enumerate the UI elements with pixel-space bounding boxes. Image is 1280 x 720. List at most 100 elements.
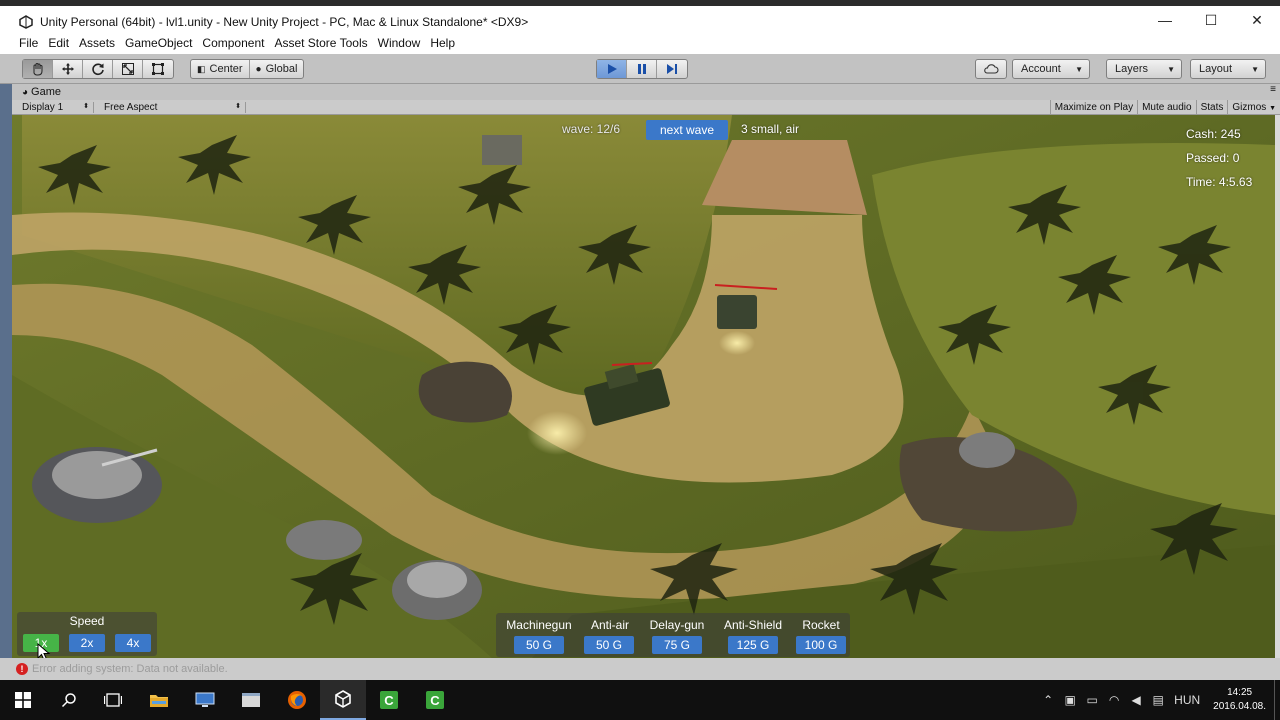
menu-bar: File Edit Assets GameObject Component As… — [0, 32, 1280, 54]
shop-item-name: Anti-Shield — [723, 618, 783, 632]
maximize-button[interactable]: ☐ — [1188, 6, 1234, 34]
start-button[interactable] — [0, 680, 46, 720]
gizmos-dropdown[interactable]: Gizmos ▼ — [1227, 100, 1280, 115]
transform-tools — [22, 59, 174, 79]
hand-tool-button[interactable] — [23, 60, 53, 78]
display-dropdown[interactable]: Display 1 ⬍ — [12, 101, 94, 113]
rect-tool-button[interactable] — [143, 60, 173, 78]
next-wave-button[interactable]: next wave — [646, 120, 728, 140]
pivot-global-button[interactable]: ● Global — [250, 60, 304, 78]
pivot-toggles: ◧ Center ● Global — [190, 59, 305, 79]
maximize-on-play-toggle[interactable]: Maximize on Play — [1049, 100, 1137, 115]
chevron-up-icon[interactable]: ⌃ — [1037, 693, 1059, 707]
game-tab-bar: ◕ Game ≡ — [12, 84, 1280, 100]
taskbar-firefox[interactable] — [274, 680, 320, 720]
buy-rocket-button[interactable]: 100 G — [796, 636, 846, 654]
tower-shop-panel: Machinegun 50 G Anti-air 50 G Delay-gun … — [496, 613, 850, 657]
camtasia-icon: C — [380, 691, 398, 709]
task-view-button[interactable] — [90, 680, 136, 720]
battery-icon[interactable]: ▭ — [1081, 693, 1103, 707]
account-dropdown[interactable]: Account ▼ — [1012, 59, 1090, 79]
window-title: Unity Personal (64bit) - lvl1.unity - Ne… — [40, 15, 529, 29]
cloud-button-wrapper — [975, 59, 1007, 79]
pause-icon — [637, 64, 646, 74]
pivot-center-button[interactable]: ◧ Center — [191, 60, 250, 78]
menu-window[interactable]: Window — [373, 36, 426, 50]
windows-logo-icon — [15, 692, 31, 708]
play-controls — [596, 59, 688, 79]
chevron-down-icon: ▼ — [1075, 64, 1083, 74]
menu-asset-store-tools[interactable]: Asset Store Tools — [269, 36, 372, 50]
cloud-button[interactable] — [976, 60, 1006, 78]
unity-editor-window: Unity Personal (64bit) - lvl1.unity - Ne… — [0, 0, 1280, 720]
shop-item-machinegun: Machinegun 50 G — [502, 613, 576, 657]
wave-counter: wave: 12/6 — [562, 122, 621, 136]
menu-file[interactable]: File — [14, 36, 43, 50]
monitor-icon — [195, 692, 215, 707]
layout-label: Layout — [1199, 63, 1233, 75]
buy-anti-shield-button[interactable]: 125 G — [728, 636, 778, 654]
step-button[interactable] — [657, 60, 687, 78]
buy-machinegun-button[interactable]: 50 G — [514, 636, 564, 654]
menu-gameobject[interactable]: GameObject — [120, 36, 197, 50]
mute-audio-toggle[interactable]: Mute audio — [1137, 100, 1195, 115]
taskbar-app[interactable] — [228, 680, 274, 720]
shop-item-name: Delay-gun — [649, 618, 705, 632]
move-tool-button[interactable] — [53, 60, 83, 78]
play-button[interactable] — [597, 60, 627, 78]
menu-assets[interactable]: Assets — [74, 36, 120, 50]
game-options-right: Maximize on Play Mute audio Stats Gizmos… — [1049, 100, 1280, 115]
panel-menu-icon[interactable]: ≡ — [1270, 84, 1276, 95]
search-icon — [61, 693, 76, 708]
game-controller-icon: ◕ — [22, 87, 29, 98]
taskbar-remote-desktop[interactable] — [182, 680, 228, 720]
search-button[interactable] — [46, 680, 92, 720]
buy-delay-gun-button[interactable]: 75 G — [652, 636, 702, 654]
minimize-button[interactable]: — — [1142, 6, 1188, 34]
main-toolbar: ◧ Center ● Global Account ▼ Layers ▼ Lay… — [0, 54, 1280, 84]
rotate-tool-button[interactable] — [83, 60, 113, 78]
clock[interactable]: 14:25 2016.04.08. — [1205, 686, 1274, 714]
taskbar-file-explorer[interactable] — [136, 680, 182, 720]
game-view[interactable]: wave: 12/6 next wave 3 small, air Cash: … — [12, 115, 1275, 658]
stats-toggle[interactable]: Stats — [1195, 100, 1228, 115]
taskbar-camtasia[interactable]: C — [366, 680, 412, 720]
menu-help[interactable]: Help — [425, 36, 460, 50]
desktop-background-strip — [0, 84, 12, 658]
tab-game[interactable]: ◕ Game — [12, 86, 61, 98]
scroll-strip — [1275, 115, 1280, 658]
menu-edit[interactable]: Edit — [43, 36, 74, 50]
show-desktop-button[interactable] — [1274, 680, 1280, 720]
taskbar-camtasia-recorder[interactable]: C — [412, 680, 458, 720]
wave-info: 3 small, air — [741, 122, 800, 136]
chevron-updown-icon: ⬍ — [83, 102, 89, 110]
language-indicator[interactable]: HUN — [1169, 693, 1205, 707]
taskbar-unity[interactable] — [320, 680, 366, 720]
close-button[interactable]: ✕ — [1234, 6, 1280, 34]
shop-item-anti-shield: Anti-Shield 125 G — [718, 613, 788, 657]
buy-anti-air-button[interactable]: 50 G — [584, 636, 634, 654]
scale-tool-button[interactable] — [113, 60, 143, 78]
notification-icon[interactable]: ▤ — [1147, 693, 1169, 707]
windows-taskbar: C C ⌃ ▣ ▭ ◠ ◀ ▤ HUN 14:25 2016.04.08. — [0, 680, 1280, 720]
speed-title: Speed — [69, 614, 105, 628]
network-adapter-icon[interactable]: ▣ — [1059, 693, 1081, 707]
svg-text:C: C — [384, 693, 394, 708]
camtasia-recorder-icon: C — [426, 691, 444, 709]
step-icon — [667, 64, 677, 74]
console-status-bar[interactable]: ! Error adding system: Data not availabl… — [0, 658, 1280, 680]
clock-date: 2016.04.08. — [1213, 701, 1266, 712]
pause-button[interactable] — [627, 60, 657, 78]
speed-2x-button[interactable]: 2x — [69, 634, 105, 652]
move-icon — [61, 63, 74, 75]
layout-dropdown[interactable]: Layout ▼ — [1190, 59, 1266, 79]
layers-dropdown[interactable]: Layers ▼ — [1106, 59, 1182, 79]
aspect-dropdown[interactable]: Free Aspect ⬍ — [94, 101, 246, 113]
volume-icon[interactable]: ◀ — [1125, 693, 1147, 707]
shop-item-name: Anti-air — [590, 618, 629, 632]
speed-4x-button[interactable]: 4x — [115, 634, 151, 652]
pivot-center-label: Center — [209, 63, 243, 75]
passed-display: Passed: 0 — [1186, 151, 1240, 165]
menu-component[interactable]: Component — [197, 36, 269, 50]
wifi-icon[interactable]: ◠ — [1103, 693, 1125, 707]
